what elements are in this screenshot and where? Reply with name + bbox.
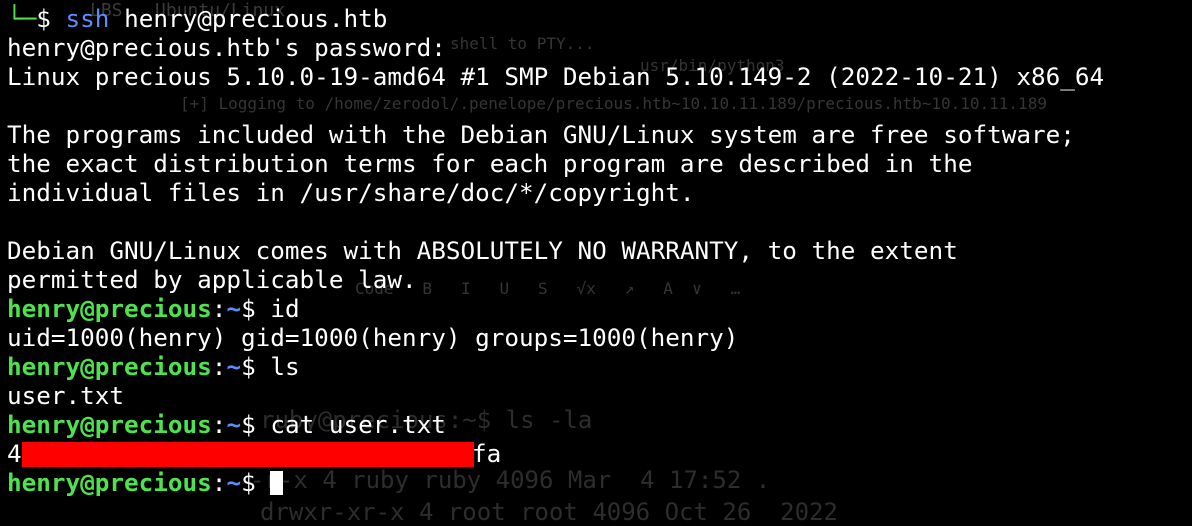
command-output: uid=1000(henry) gid=1000(henry) groups=1… <box>7 323 739 352</box>
prompt-user-host: henry@precious <box>7 468 212 497</box>
prompt-path: ~ <box>226 410 242 439</box>
prompt-separator: : <box>211 410 227 439</box>
prompt-symbol: $ <box>36 4 51 33</box>
prompt-separator: : <box>211 468 227 497</box>
command-name: ssh <box>65 4 110 33</box>
prompt-user-host: henry@precious <box>7 410 212 439</box>
motd-line: the exact distribution terms for each pr… <box>7 149 973 178</box>
prompt-line: henry@precious:~$ ls <box>7 352 1192 381</box>
command-text: ls <box>270 352 300 381</box>
terminal-window[interactable]: { "colors": { "background": "#000000", "… <box>0 0 1192 526</box>
prompt-path: ~ <box>226 294 242 323</box>
text-cursor[interactable] <box>270 471 284 495</box>
prompt-user-host: henry@precious <box>7 294 212 323</box>
password-prompt: henry@precious.htb's password: <box>7 33 446 62</box>
flag-end: fa <box>472 439 502 468</box>
command-text: cat user.txt <box>270 410 446 439</box>
prompt-symbol: $ <box>241 410 256 439</box>
motd-line: The programs included with the Debian GN… <box>7 120 1075 149</box>
uname-line: Linux precious 5.10.0-19-amd64 #1 SMP De… <box>7 62 1105 91</box>
prompt-corner: └─ <box>7 4 37 33</box>
flag-output-line: 4 fa <box>7 439 1192 468</box>
command-output: user.txt <box>7 381 125 410</box>
prompt-path: ~ <box>226 352 242 381</box>
active-prompt-line[interactable]: henry@precious:~$ <box>7 468 1192 497</box>
ssh-command-line: └─$ ssh henry@precious.htb <box>7 4 1192 33</box>
background-ghost-text: drwxr-xr-x 4 root root 4096 Oct 26 2022 <box>260 498 838 526</box>
motd-line: individual files in /usr/share/doc/*/cop… <box>7 178 695 207</box>
terminal-output[interactable]: └─$ ssh henry@precious.htb henry@preciou… <box>7 4 1192 497</box>
command-args: henry@precious.htb <box>124 4 388 33</box>
prompt-symbol: $ <box>241 468 256 497</box>
redaction-bar <box>22 442 474 467</box>
motd-line: permitted by applicable law. <box>7 265 417 294</box>
prompt-user-host: henry@precious <box>7 352 212 381</box>
prompt-symbol: $ <box>241 294 256 323</box>
motd-line: Debian GNU/Linux comes with ABSOLUTELY N… <box>7 236 958 265</box>
flag-start: 4 <box>7 439 22 468</box>
command-text: id <box>270 294 300 323</box>
prompt-separator: : <box>211 294 227 323</box>
prompt-path: ~ <box>226 468 242 497</box>
prompt-separator: : <box>211 352 227 381</box>
prompt-line: henry@precious:~$ id <box>7 294 1192 323</box>
prompt-symbol: $ <box>241 352 256 381</box>
prompt-line: henry@precious:~$ cat user.txt <box>7 410 1192 439</box>
